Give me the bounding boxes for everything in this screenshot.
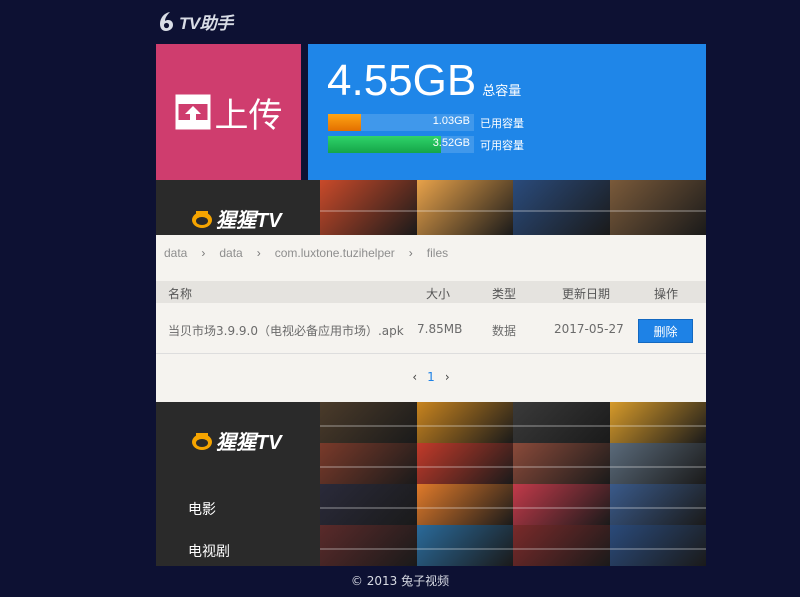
app-logo: TV助手	[156, 7, 233, 35]
banner-top: 猩猩TV	[156, 180, 706, 235]
banner-bottom: 猩猩TV 电影 电视剧	[156, 402, 706, 566]
table-row: 当贝市场3.9.9.0（电视必备应用市场）.apk 7.85MB 数据 2017…	[156, 303, 706, 354]
breadcrumb-separator-icon: ›	[408, 246, 413, 260]
file-name[interactable]: 当贝市场3.9.9.0（电视必备应用市场）.apk	[168, 322, 404, 339]
poster-thumbnail[interactable]	[513, 180, 610, 235]
breadcrumb-item[interactable]: data	[219, 246, 242, 260]
total-capacity-value: 4.55GB	[327, 56, 477, 105]
poster-thumbnail[interactable]	[513, 484, 610, 525]
pagination-next-icon[interactable]: ›	[445, 370, 450, 384]
banner-bottom-nav-panel: 猩猩TV 电影 电视剧	[156, 402, 320, 566]
file-date: 2017-05-27	[554, 322, 624, 336]
poster-thumbnail[interactable]	[609, 180, 706, 235]
file-size: 7.85MB	[417, 322, 463, 336]
upload-icon	[175, 94, 210, 130]
file-type: 数据	[492, 324, 517, 338]
poster-thumbnail[interactable]	[416, 443, 513, 484]
poster-thumbnail[interactable]	[320, 525, 417, 566]
poster-thumbnail[interactable]	[320, 443, 417, 484]
rabbit-logo-icon	[160, 12, 173, 31]
nav-item-tv-series[interactable]: 电视剧	[188, 541, 230, 561]
banner-top-brand-panel: 猩猩TV	[156, 180, 320, 235]
used-capacity-bar: 1.03GB 已用容量	[328, 114, 524, 131]
breadcrumb-separator-icon: ›	[256, 246, 261, 260]
free-capacity-fill	[328, 136, 441, 153]
breadcrumb-item-current[interactable]: files	[427, 246, 448, 260]
breadcrumb-item[interactable]: data	[164, 246, 187, 260]
poster-thumbnail[interactable]	[320, 402, 417, 443]
brand-logo-bottom: 猩猩TV	[190, 426, 282, 455]
poster-thumbnail[interactable]	[416, 180, 513, 235]
poster-thumbnail[interactable]	[416, 402, 513, 443]
footer-copyright: © 2013 兔子视频	[350, 574, 450, 588]
app-logo-text: TV助手	[179, 13, 233, 33]
total-capacity: 4.55GB 总容量	[327, 57, 521, 105]
brand-logo-text: 猩猩TV	[216, 432, 282, 454]
delete-button[interactable]: 删除	[638, 319, 693, 343]
column-header-action: 操作	[654, 287, 679, 301]
free-capacity-value: 3.52GB	[432, 137, 470, 149]
breadcrumb-separator-icon: ›	[201, 246, 206, 260]
poster-grid-bottom	[320, 402, 706, 566]
poster-thumbnail[interactable]	[513, 525, 610, 566]
poster-thumbnail[interactable]	[513, 443, 610, 484]
storage-panel: 4.55GB 总容量 1.03GB 已用容量 3.52GB 可用容量	[308, 44, 706, 180]
file-browser: data › data › com.luxtone.tuzihelper › f…	[156, 235, 706, 402]
poster-thumbnail[interactable]	[416, 525, 513, 566]
upload-label: 上传	[214, 95, 283, 136]
used-capacity-label: 已用容量	[480, 116, 524, 130]
column-header-type[interactable]: 类型	[492, 285, 516, 302]
column-header-size[interactable]: 大小	[426, 285, 450, 302]
column-header-date[interactable]: 更新日期	[562, 285, 610, 302]
breadcrumb: data › data › com.luxtone.tuzihelper › f…	[164, 246, 448, 260]
free-capacity-bar: 3.52GB 可用容量	[328, 136, 524, 153]
brand-logo-text: 猩猩TV	[216, 210, 282, 232]
poster-thumbnail[interactable]	[320, 484, 417, 525]
poster-thumbnail[interactable]	[609, 402, 706, 443]
brand-logo-icon	[192, 210, 212, 228]
brand-logo-top: 猩猩TV	[190, 204, 282, 233]
poster-strip-top	[320, 180, 706, 235]
breadcrumb-item[interactable]: com.luxtone.tuzihelper	[275, 246, 395, 260]
poster-thumbnail[interactable]	[513, 402, 610, 443]
poster-thumbnail[interactable]	[416, 484, 513, 525]
free-capacity-label: 可用容量	[480, 138, 524, 152]
brand-logo-icon	[192, 432, 212, 450]
pagination-prev-icon[interactable]: ‹	[412, 370, 417, 384]
pagination: ‹ 1 ›	[156, 370, 706, 384]
poster-thumbnail[interactable]	[609, 443, 706, 484]
used-capacity-value: 1.03GB	[432, 115, 470, 127]
poster-thumbnail[interactable]	[320, 180, 417, 235]
upload-button[interactable]: 上传	[156, 44, 301, 180]
pagination-page-current[interactable]: 1	[427, 370, 435, 384]
poster-thumbnail[interactable]	[609, 525, 706, 566]
poster-thumbnail[interactable]	[609, 484, 706, 525]
column-header-name[interactable]: 名称	[168, 285, 192, 302]
total-capacity-label: 总容量	[482, 84, 522, 99]
nav-item-movies[interactable]: 电影	[188, 499, 216, 519]
table-header: 名称 大小 类型 更新日期 操作	[156, 281, 706, 303]
used-capacity-fill	[328, 114, 361, 131]
